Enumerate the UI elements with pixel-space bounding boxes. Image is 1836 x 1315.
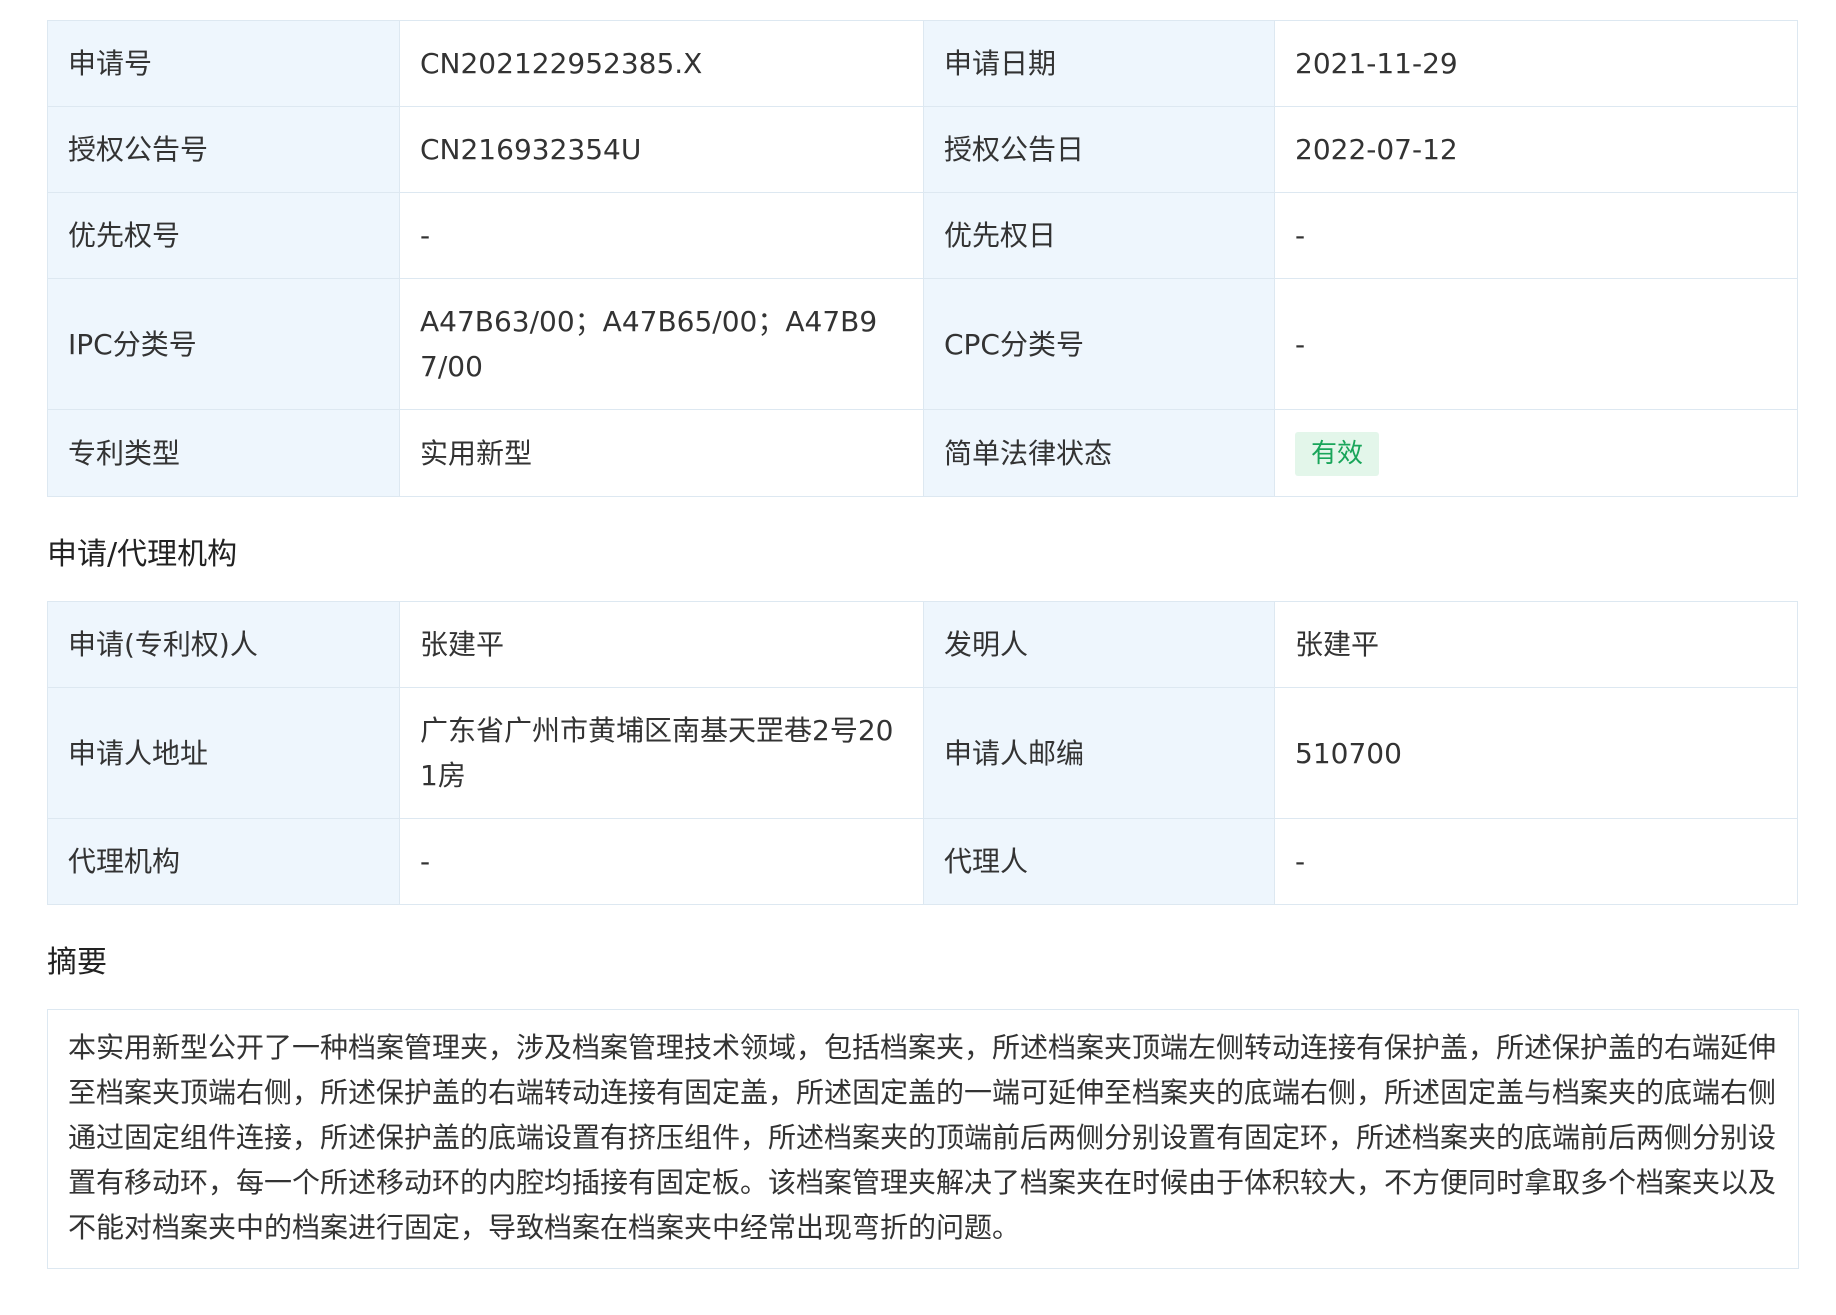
postcode-label: 申请人邮编 <box>923 687 1275 819</box>
agent-value: - <box>1274 818 1798 905</box>
table-row: 申请人地址 广东省广州市黄埔区南基天罡巷2号201房 申请人邮编 510700 <box>47 687 1798 819</box>
grant-date-value: 2022-07-12 <box>1274 106 1798 193</box>
postcode-value: 510700 <box>1274 687 1798 819</box>
patent-type-label: 专利类型 <box>47 409 400 497</box>
legal-status-label: 简单法律状态 <box>923 409 1275 497</box>
agency-table: 申请(专利权)人 张建平 发明人 张建平 申请人地址 广东省广州市黄埔区南基天罡… <box>47 601 1798 905</box>
cpc-value: - <box>1274 278 1798 410</box>
abstract-section-title: 摘要 <box>47 945 107 980</box>
table-row: IPC分类号 A47B63/00；A47B65/00；A47B97/00 CPC… <box>47 278 1798 410</box>
inventor-value: 张建平 <box>1274 601 1798 688</box>
abstract-text: 本实用新型公开了一种档案管理夹，涉及档案管理技术领域，包括档案夹，所述档案夹顶端… <box>47 1009 1799 1269</box>
priority-date-value: - <box>1274 192 1798 279</box>
agency-label: 代理机构 <box>47 818 400 905</box>
table-row: 专利类型 实用新型 简单法律状态 有效 <box>47 409 1798 497</box>
ipc-value: A47B63/00；A47B65/00；A47B97/00 <box>399 278 924 410</box>
agency-value: - <box>399 818 924 905</box>
agency-section-title: 申请/代理机构 <box>47 537 238 572</box>
table-row: 申请(专利权)人 张建平 发明人 张建平 <box>47 601 1798 688</box>
application-date-value: 2021-11-29 <box>1274 20 1798 107</box>
patent-type-value: 实用新型 <box>399 409 924 497</box>
inventor-label: 发明人 <box>923 601 1275 688</box>
cpc-label: CPC分类号 <box>923 278 1275 410</box>
table-row: 申请号 CN202122952385.X 申请日期 2021-11-29 <box>47 20 1798 107</box>
legal-status-cell: 有效 <box>1274 409 1798 497</box>
application-date-label: 申请日期 <box>923 20 1275 107</box>
table-row: 授权公告号 CN216932354U 授权公告日 2022-07-12 <box>47 106 1798 193</box>
status-badge: 有效 <box>1295 432 1380 476</box>
priority-date-label: 优先权日 <box>923 192 1275 279</box>
patent-detail-page: 申请号 CN202122952385.X 申请日期 2021-11-29 授权公… <box>0 0 1836 1269</box>
table-row: 优先权号 - 优先权日 - <box>47 192 1798 279</box>
application-number-value: CN202122952385.X <box>399 20 924 107</box>
applicant-address-label: 申请人地址 <box>47 687 400 819</box>
ipc-label: IPC分类号 <box>47 278 400 410</box>
grant-number-label: 授权公告号 <box>47 106 400 193</box>
applicant-value: 张建平 <box>399 601 924 688</box>
grant-number-value: CN216932354U <box>399 106 924 193</box>
application-number-label: 申请号 <box>47 20 400 107</box>
applicant-address-value: 广东省广州市黄埔区南基天罡巷2号201房 <box>399 687 924 819</box>
agent-label: 代理人 <box>923 818 1275 905</box>
priority-number-value: - <box>399 192 924 279</box>
applicant-label: 申请(专利权)人 <box>47 601 400 688</box>
grant-date-label: 授权公告日 <box>923 106 1275 193</box>
table-row: 代理机构 - 代理人 - <box>47 818 1798 905</box>
basic-info-table: 申请号 CN202122952385.X 申请日期 2021-11-29 授权公… <box>47 20 1798 497</box>
priority-number-label: 优先权号 <box>47 192 400 279</box>
